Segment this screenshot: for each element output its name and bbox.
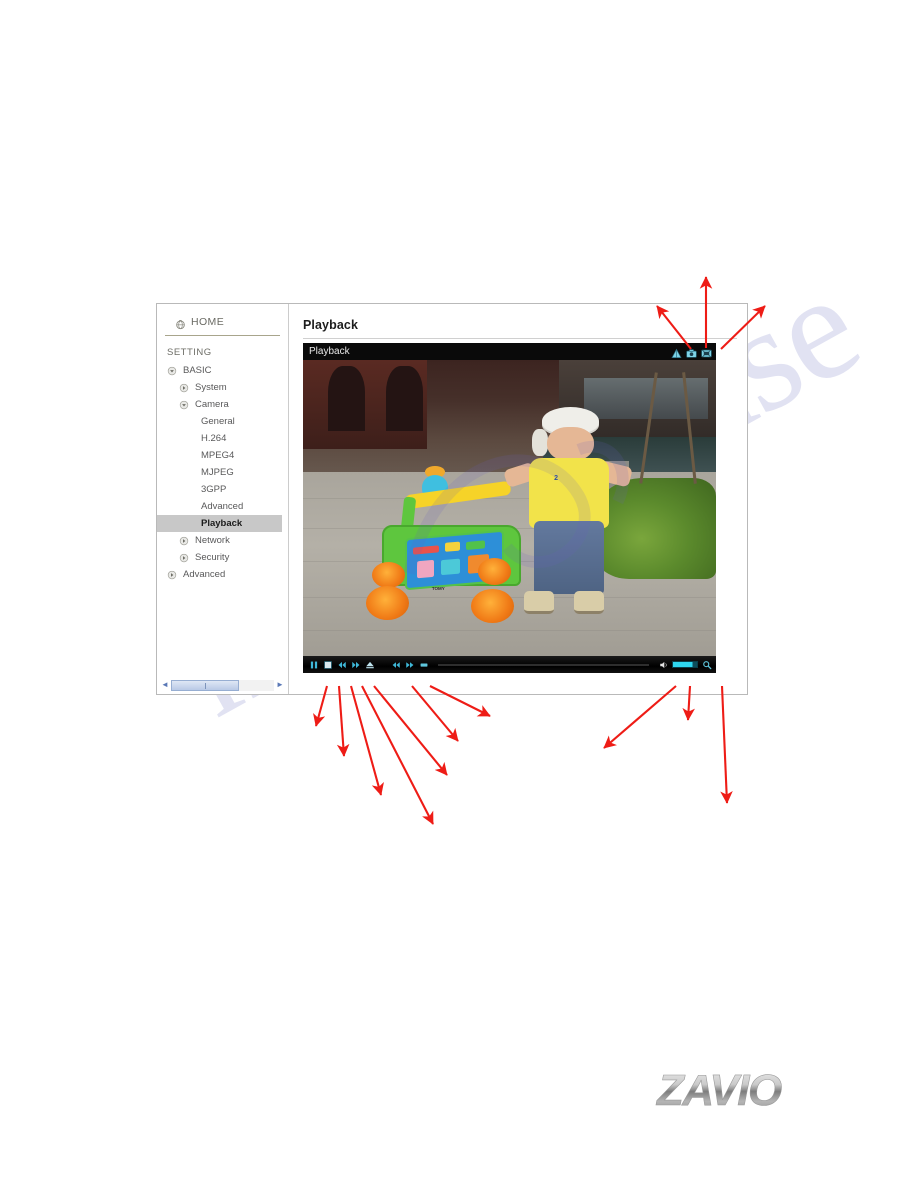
scrollbar-thumb[interactable]: [171, 679, 239, 691]
main-content: Playback Playback TOMY 2: [289, 304, 747, 694]
sidebar-horizontal-scrollbar[interactable]: ◄ ►: [159, 679, 286, 691]
chevron-right-circle-icon[interactable]: [179, 553, 189, 563]
sidebar-item-advanced[interactable]: Advanced: [157, 498, 288, 515]
title-divider: [303, 338, 737, 339]
player-header: Playback: [303, 343, 716, 360]
page-title: Playback: [303, 318, 359, 332]
sidebar-item-label: Network: [195, 535, 230, 546]
camera-web-ui-window: HOME SETTING BASIC System Camera General H.2…: [156, 303, 748, 695]
stop-button[interactable]: [322, 659, 333, 670]
sidebar-item-label: MJPEG: [201, 467, 234, 478]
chevron-right-circle-icon[interactable]: [179, 536, 189, 546]
sidebar-item-general[interactable]: General: [157, 413, 288, 430]
sidebar-item-advanced[interactable]: Advanced: [157, 566, 288, 583]
toy-brand-label: TOMY: [431, 586, 445, 592]
sidebar-item-home[interactable]: HOME: [165, 304, 280, 336]
sidebar-item-label: System: [195, 382, 227, 393]
sidebar-item-label: BASIC: [183, 365, 212, 376]
fast-forward-button[interactable]: [404, 659, 415, 670]
scrollbar-track[interactable]: [171, 679, 274, 691]
player-control-bar: [303, 656, 716, 673]
sidebar-item-camera[interactable]: Camera: [157, 396, 288, 413]
sidebar-item-basic[interactable]: BASIC: [157, 362, 288, 379]
snapshot-camera-icon[interactable]: [686, 346, 697, 358]
sidebar: HOME SETTING BASIC System Camera General H.2…: [157, 304, 289, 694]
svg-text:ZAVIO: ZAVIO: [655, 1066, 782, 1115]
scrollbar-right-arrow-icon[interactable]: ►: [274, 679, 286, 691]
chevron-right-circle-icon[interactable]: [179, 383, 189, 393]
home-label: HOME: [191, 316, 225, 328]
record-button[interactable]: [418, 659, 429, 670]
fullscreen-icon[interactable]: [701, 346, 712, 358]
sidebar-item-label: H.264: [201, 433, 227, 444]
shirt-number-label: 2: [554, 475, 558, 483]
sidebar-item-label: Advanced: [201, 501, 244, 512]
volume-icon[interactable]: [658, 659, 669, 670]
chevron-right-circle-icon[interactable]: [167, 570, 177, 580]
setting-section-label: SETTING: [167, 347, 212, 358]
digital-zoom-icon[interactable]: [701, 659, 712, 670]
sidebar-item-label: 3GPP: [201, 484, 227, 495]
chevron-down-circle-icon[interactable]: [179, 400, 189, 410]
sidebar-item-h-264[interactable]: H.264: [157, 430, 288, 447]
eject-button[interactable]: [364, 659, 375, 670]
sidebar-item-label: Camera: [195, 399, 229, 410]
rewind-button[interactable]: [390, 659, 401, 670]
arrow-from-eject-button: [373, 685, 448, 776]
player-header-title: Playback: [309, 346, 350, 357]
sidebar-item-playback[interactable]: Playback: [157, 515, 282, 532]
settings-tree: BASIC System Camera General H.264 MPEG4 MJPEG 3…: [157, 362, 288, 583]
scrollbar-left-arrow-icon[interactable]: ◄: [159, 679, 171, 691]
sidebar-item-label: Advanced: [183, 569, 226, 580]
sidebar-item-label: MPEG4: [201, 450, 235, 461]
sidebar-item-label: General: [201, 416, 235, 427]
sidebar-item-label: Playback: [201, 518, 243, 529]
child-subject: 2: [502, 407, 634, 626]
sidebar-item-network[interactable]: Network: [157, 532, 288, 549]
motion-alert-icon[interactable]: [671, 346, 682, 358]
video-player: Playback TOMY 2: [303, 343, 716, 673]
sidebar-item-label: Security: [195, 552, 230, 563]
sidebar-item-mpeg4[interactable]: MPEG4: [157, 447, 288, 464]
sidebar-item-security[interactable]: Security: [157, 549, 288, 566]
arrow-from-volume-icon: [603, 685, 677, 749]
arrow-from-next-button: [361, 685, 434, 825]
player-header-icons: [671, 346, 712, 358]
next-button[interactable]: [350, 659, 361, 670]
arrow-from-stop-button: [336, 685, 350, 757]
chevron-down-circle-icon[interactable]: [167, 366, 177, 376]
previous-button[interactable]: [336, 659, 347, 670]
sidebar-item-mjpeg[interactable]: MJPEG: [157, 464, 288, 481]
seek-bar[interactable]: [438, 663, 649, 666]
volume-slider[interactable]: [672, 661, 698, 668]
sidebar-item-system[interactable]: System: [157, 379, 288, 396]
sidebar-item-3gpp[interactable]: 3GPP: [157, 481, 288, 498]
arrow-from-digital-zoom-icon: [720, 685, 733, 804]
pause-button[interactable]: [308, 659, 319, 670]
arrow-from-previous-button: [349, 685, 384, 796]
video-stage[interactable]: TOMY 2: [303, 360, 716, 656]
zavio-logo: ZAVIO: [655, 1066, 784, 1116]
globe-icon: [175, 317, 186, 329]
